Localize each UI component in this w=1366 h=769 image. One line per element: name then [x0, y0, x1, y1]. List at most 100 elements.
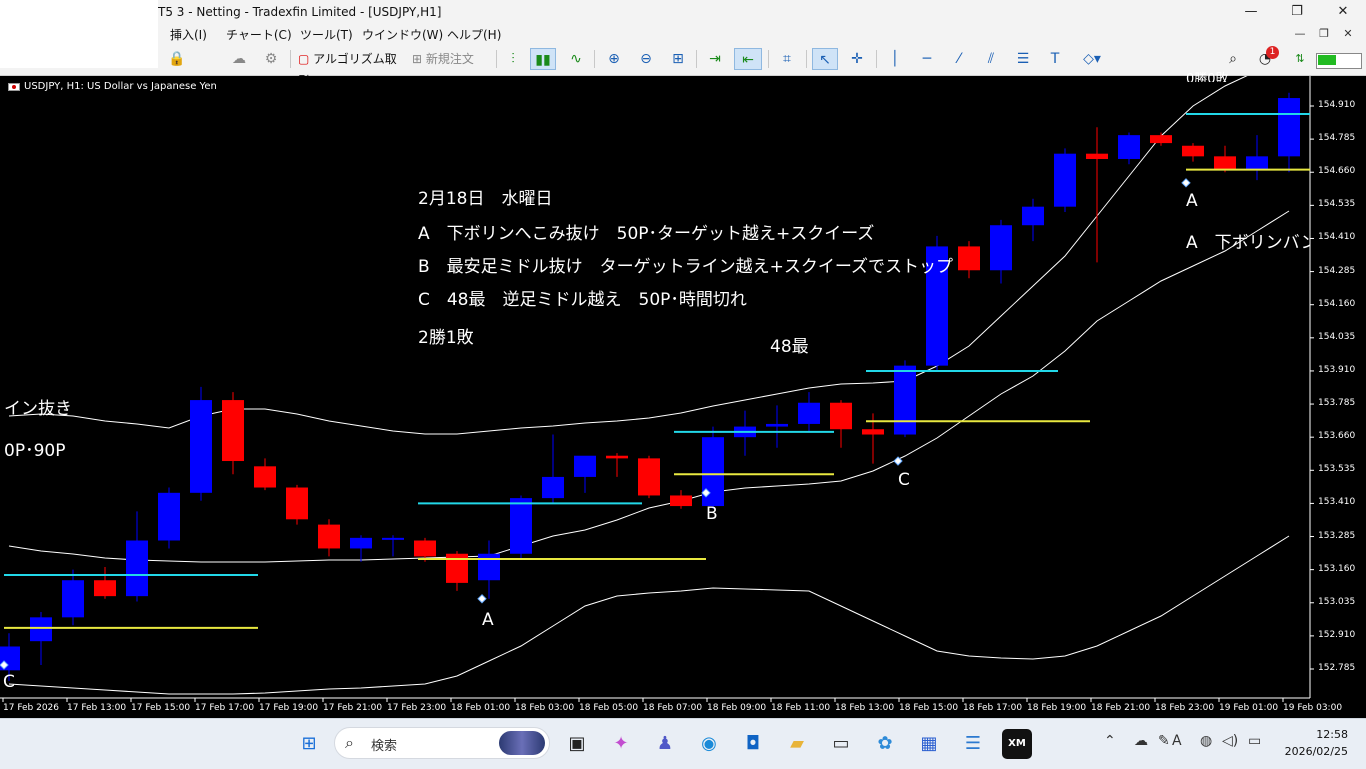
settings-icon[interactable]: ⚙	[260, 48, 282, 70]
store-icon[interactable]: ▦	[914, 729, 944, 759]
zoom-in-icon[interactable]: ⊕	[602, 48, 626, 70]
edge-icon[interactable]: ◉	[694, 729, 724, 759]
menu-tools[interactable]: ツール(T)	[300, 26, 353, 43]
search-icon[interactable]: ⌕	[1220, 48, 1246, 70]
notifications-icon[interactable]: ◔ 1	[1252, 46, 1279, 70]
candlestick-chart-icon[interactable]: ▮▮	[530, 48, 556, 70]
tray-cloud-icon[interactable]: ☁	[1134, 733, 1148, 749]
marker-a-label: A	[482, 610, 494, 630]
text-icon[interactable]: T	[1042, 48, 1068, 70]
tray-battery-icon[interactable]: ▭	[1248, 733, 1261, 749]
screenshot-icon[interactable]: ⌗	[774, 48, 800, 70]
price-tick-label: 154.660	[1318, 166, 1356, 177]
channel-icon[interactable]: ⫽	[978, 48, 1004, 70]
line-chart-icon[interactable]: ∿	[564, 48, 588, 70]
clock-time[interactable]: 12:58	[1316, 728, 1348, 741]
taskbar-search-box[interactable]: ⌕ 検索	[334, 727, 550, 759]
menu-chart[interactable]: チャート(C)	[226, 26, 292, 43]
tray-volume-icon[interactable]: ◁)	[1222, 733, 1238, 749]
entry-arrow-icon	[477, 594, 487, 604]
time-tick-label: 18 Feb 15:00	[899, 703, 959, 713]
toolbar-separator	[696, 50, 697, 68]
file-explorer-icon[interactable]: ▰	[782, 729, 812, 759]
time-tick-label: 18 Feb 05:00	[579, 703, 639, 713]
candle-body	[318, 524, 340, 549]
menu-insert[interactable]: 挿入(I)	[170, 26, 207, 43]
terminal-icon[interactable]: ▭	[826, 729, 856, 759]
time-tick-label: 17 Feb 23:00	[387, 703, 447, 713]
maximize-button[interactable]: ❐	[1274, 2, 1320, 22]
connection-status-indicator[interactable]	[1316, 53, 1362, 69]
vps-icon[interactable]: ⇅	[1288, 48, 1312, 70]
time-tick-label: 17 Feb 21:00	[323, 703, 383, 713]
annotation-heading: 2月18日 水曜日	[418, 189, 553, 209]
menu-help[interactable]: ヘルプ(H)	[447, 26, 501, 43]
tray-ime-icon[interactable]: A	[1172, 733, 1182, 749]
candle-body	[1022, 206, 1044, 226]
price-tick-label: 152.910	[1318, 629, 1356, 640]
tray-chevron-icon[interactable]: ⌃	[1104, 733, 1116, 749]
autoscroll-icon[interactable]: ⇥	[702, 48, 728, 70]
time-tick-label: 17 Feb 15:00	[131, 703, 191, 713]
search-icon: ⌕	[345, 733, 354, 752]
cloud-icon[interactable]: ☁	[228, 48, 250, 70]
candle-body	[830, 402, 852, 430]
time-tick-label: 17 Feb 17:00	[195, 703, 255, 713]
chart-canvas[interactable]	[0, 76, 1366, 718]
mdi-close-icon[interactable]: ✕	[1338, 26, 1358, 42]
marker-b-label: B	[706, 504, 718, 524]
price-tick-label: 153.410	[1318, 497, 1356, 508]
time-tick-label: 18 Feb 13:00	[835, 703, 895, 713]
candle-body	[638, 458, 660, 496]
candle-body	[606, 455, 628, 459]
algo-trading-button[interactable]: ▢ アルゴリズム取引	[298, 48, 404, 88]
annotation-line-a: A 下ボリンへこみ抜け 50P･ターゲット越え+スクイーズ	[418, 224, 875, 244]
notepad-icon[interactable]: ☰	[958, 729, 988, 759]
marker-c-left-label: C	[3, 672, 15, 692]
copilot-icon[interactable]: ✦	[606, 729, 636, 759]
outlook-icon[interactable]: ◘	[738, 729, 768, 759]
horizontal-line-icon[interactable]: ─	[914, 48, 940, 70]
close-button[interactable]: ✕	[1320, 2, 1366, 22]
time-tick-label: 18 Feb 03:00	[515, 703, 575, 713]
candle-body	[1150, 135, 1172, 144]
annotation-line-b: B 最安足ミドル抜け ターゲットライン越え+スクイーズでストップ	[418, 257, 954, 277]
candle-body	[1214, 156, 1236, 170]
bar-chart-icon[interactable]: ⫶	[502, 48, 524, 70]
crosshair-icon[interactable]: ✛	[844, 48, 870, 70]
fibonacci-icon[interactable]: ☰	[1010, 48, 1036, 70]
trendline-icon[interactable]: ⁄	[946, 48, 972, 70]
mdi-minimize-icon[interactable]: —	[1290, 26, 1310, 42]
grid-icon[interactable]: ⊞	[666, 48, 690, 70]
menu-window[interactable]: ウインドウ(W)	[362, 26, 443, 43]
clock-date[interactable]: 2026/02/25	[1285, 745, 1348, 758]
tray-network-icon[interactable]: ◍	[1200, 733, 1212, 749]
windows-start-icon[interactable]: ⊞	[294, 729, 324, 759]
candle-body	[222, 400, 244, 462]
price-tick-label: 153.035	[1318, 596, 1356, 607]
vertical-line-icon[interactable]: │	[882, 48, 908, 70]
cursor-icon[interactable]: ↖	[812, 48, 838, 70]
toolbar-separator	[496, 50, 497, 68]
zoom-out-icon[interactable]: ⊖	[634, 48, 658, 70]
time-tick-label: 18 Feb 07:00	[643, 703, 703, 713]
annotation-left-break: イン抜き	[4, 399, 72, 419]
task-view-icon[interactable]: ▣	[562, 729, 592, 759]
teams-icon[interactable]: ♟	[650, 729, 680, 759]
shapes-icon[interactable]: ◇▾	[1074, 48, 1110, 70]
lock-icon[interactable]: 🔒	[166, 48, 188, 70]
time-tick-label: 18 Feb 11:00	[771, 703, 831, 713]
price-chart[interactable]: USDJPY, H1: US Dollar vs Japanese Yen 2月…	[0, 72, 1366, 718]
tray-keyboard-icon[interactable]: ✎	[1158, 733, 1170, 749]
time-tick-label: 18 Feb 01:00	[451, 703, 511, 713]
price-tick-label: 154.160	[1318, 298, 1356, 309]
candle-body	[958, 246, 980, 271]
minimize-button[interactable]: —	[1228, 2, 1274, 22]
xm-app-icon[interactable]: XM	[1002, 729, 1032, 759]
toolbar-separator	[806, 50, 807, 68]
paint-icon[interactable]: ✿	[870, 729, 900, 759]
chart-shift-icon[interactable]: ⇤	[734, 48, 762, 70]
mdi-restore-icon[interactable]: ❐	[1314, 26, 1334, 42]
candle-body	[1246, 156, 1268, 170]
new-order-button[interactable]: ⊞ 新規注文	[412, 48, 492, 70]
